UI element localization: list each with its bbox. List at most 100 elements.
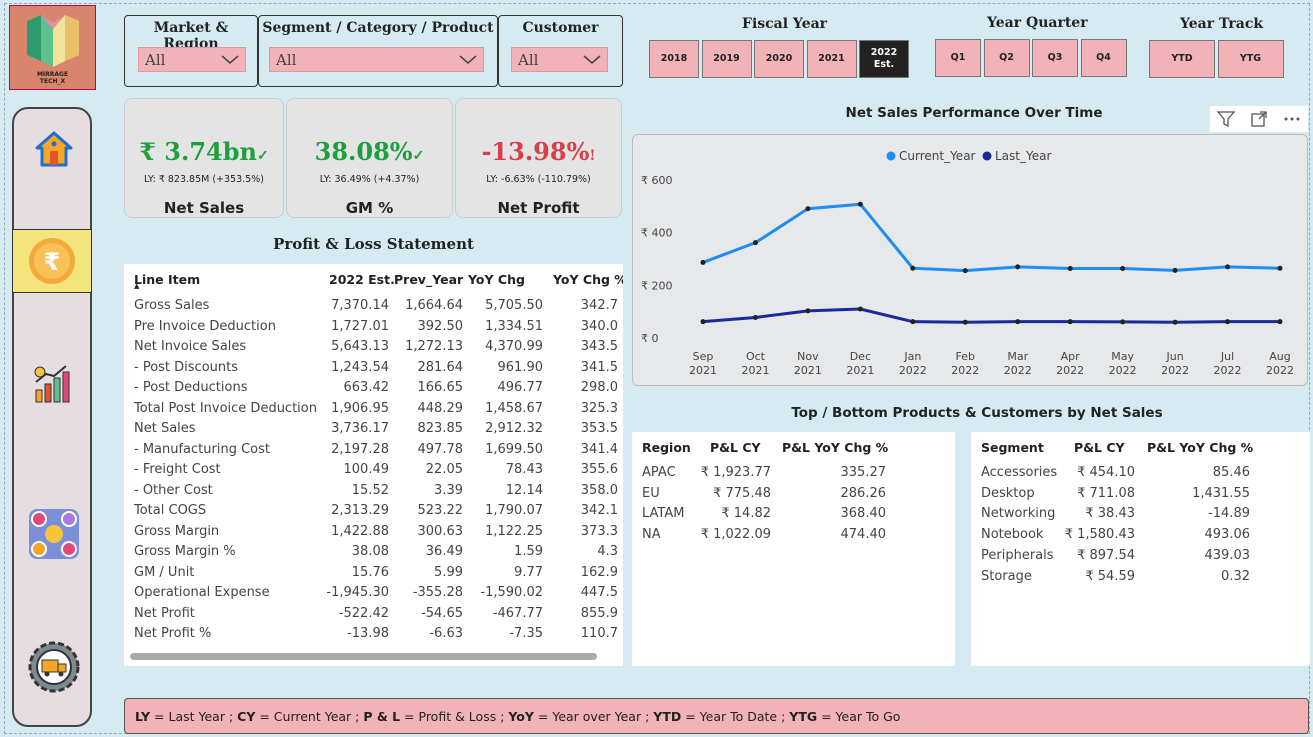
kpi-card-net-sales[interactable]: ₹ 3.74bn✓ LY: ₹ 823.85M (+353.5%) Net Sa… bbox=[124, 98, 284, 218]
nav-home[interactable] bbox=[14, 119, 94, 179]
table-cell: -7.35 bbox=[509, 626, 543, 641]
column-header[interactable]: 2022 Est. bbox=[329, 272, 395, 287]
column-header[interactable]: P&L YoY Chg % bbox=[1147, 440, 1253, 455]
table-cell: 100.49 bbox=[343, 462, 390, 477]
option-button[interactable]: 2020 bbox=[754, 40, 804, 78]
kpi-value: ₹ 3.74bn✓ bbox=[125, 137, 283, 166]
home-icon bbox=[35, 131, 73, 167]
dropdown-value: All bbox=[145, 50, 166, 69]
chevron-down-icon bbox=[459, 54, 477, 64]
x-tick-label: Jul 2022 bbox=[1214, 350, 1242, 377]
data-point bbox=[1067, 265, 1073, 271]
table-cell: 281.64 bbox=[417, 359, 464, 375]
table-cell: -522.42 bbox=[338, 605, 389, 621]
kpi-card-gm[interactable]: 38.08%✓ LY: 36.49% (+4.37%) GM % bbox=[286, 98, 453, 218]
nav-analytics[interactable] bbox=[14, 354, 94, 414]
nav-finance[interactable]: ₹ bbox=[12, 229, 92, 293]
data-point bbox=[752, 240, 758, 246]
option-button[interactable]: Q4 bbox=[1080, 39, 1127, 77]
filter-icon[interactable] bbox=[1216, 109, 1236, 129]
abbreviation-description: = Year To Go bbox=[817, 708, 901, 724]
column-header[interactable]: YoY Chg bbox=[468, 272, 525, 287]
table-cell: 1,790.07 bbox=[485, 503, 543, 518]
more-options-icon[interactable] bbox=[1282, 109, 1302, 129]
filter-title: Segment / Category / Product bbox=[262, 20, 494, 36]
net-sales-chart-panel[interactable]: ₹ 0 ₹ 200 ₹ 400 ₹ 600 Sep 2021 Oct 2021 Nov 2021 D… bbox=[632, 134, 1308, 386]
nav-settings[interactable] bbox=[14, 637, 94, 697]
rupee-coin-icon: ₹ bbox=[29, 238, 75, 284]
fiscal-year-title: Fiscal Year bbox=[742, 16, 828, 32]
data-point bbox=[1225, 319, 1231, 325]
option-button[interactable]: Q3 bbox=[1032, 39, 1078, 77]
table-cell: -6.63 bbox=[429, 626, 463, 641]
net-sales-line-chart: ₹ 0 ₹ 200 ₹ 400 ₹ 600 Sep 2021 Oct 2021 Nov 2021 D… bbox=[641, 149, 1294, 377]
table-cell: Total Post Invoice Deduction bbox=[134, 400, 317, 416]
column-header[interactable]: Region bbox=[642, 440, 691, 455]
kpi-last-year: LY: ₹ 823.85M (+353.5%) bbox=[144, 174, 264, 185]
table-cell: 5,643.13 bbox=[331, 339, 389, 354]
kpi-card-net-profit[interactable]: -13.98%! LY: -6.63% (-110.79%) Net Profi… bbox=[455, 98, 622, 218]
column-header[interactable]: Line Item bbox=[134, 272, 200, 287]
data-point bbox=[910, 319, 916, 325]
data-point bbox=[1015, 319, 1021, 325]
pl-table[interactable]: Line Item 2022 Est. Prev_Year YoY Chg YoY Ch… bbox=[124, 264, 623, 666]
option-button[interactable]: 2019 bbox=[701, 40, 752, 78]
column-header[interactable]: P&L CY bbox=[1074, 440, 1125, 455]
market-region-dropdown[interactable]: All bbox=[138, 47, 246, 72]
legend-label: Last_Year bbox=[995, 149, 1051, 163]
column-header[interactable]: P&L CY bbox=[710, 440, 761, 455]
option-button[interactable]: YTG bbox=[1217, 40, 1284, 78]
legend-marker bbox=[982, 151, 992, 161]
option-button[interactable]: YTD bbox=[1149, 40, 1215, 78]
customer-dropdown[interactable]: All bbox=[511, 47, 608, 72]
table-cell: ₹ 454.10 bbox=[1077, 465, 1135, 480]
option-button[interactable]: Q1 bbox=[935, 39, 981, 77]
abbreviation-description: = Last Year ; bbox=[150, 708, 238, 724]
table-cell: 15.76 bbox=[351, 564, 389, 580]
table-cell: 7,370.14 bbox=[331, 298, 389, 313]
column-header[interactable]: Prev_Year bbox=[394, 272, 463, 287]
table-cell: 1,664.64 bbox=[405, 298, 463, 313]
table-cell: -355.28 bbox=[412, 585, 463, 600]
y-tick-label: ₹ 400 bbox=[641, 227, 673, 240]
abbreviation: P & L bbox=[363, 708, 401, 724]
table-cell: -1,945.30 bbox=[326, 585, 389, 600]
nav-network[interactable] bbox=[14, 504, 94, 564]
svg-text:₹: ₹ bbox=[44, 248, 61, 276]
abbreviation-description: = Year To Date ; bbox=[681, 708, 790, 724]
table-cell: 961.90 bbox=[497, 359, 544, 375]
kpi-value-text: -13.98% bbox=[481, 137, 590, 166]
data-point bbox=[857, 201, 863, 207]
column-header[interactable]: YoY Chg % bbox=[553, 272, 623, 287]
segment-table[interactable]: Segment P&L CY P&L YoY Chg % Accessories ₹ 4… bbox=[971, 432, 1310, 666]
segment-dropdown[interactable]: All bbox=[269, 47, 484, 72]
horizontal-scrollbar[interactable] bbox=[130, 653, 597, 660]
table-cell: 496.77 bbox=[497, 380, 544, 395]
table-cell: - Post Discounts bbox=[134, 359, 238, 375]
column-header[interactable]: Segment bbox=[981, 440, 1044, 455]
table-cell: 1,699.50 bbox=[485, 441, 543, 457]
x-tick-label: Jan 2022 bbox=[899, 350, 927, 377]
legend-marker bbox=[886, 151, 896, 161]
table-cell: -467.77 bbox=[492, 605, 543, 621]
year-quarter-title: Year Quarter bbox=[987, 15, 1088, 31]
y-tick-label: ₹ 600 bbox=[641, 174, 673, 187]
table-cell: ₹ 775.48 bbox=[713, 485, 771, 501]
column-header[interactable]: P&L YoY Chg % bbox=[782, 440, 888, 455]
expand-icon[interactable] bbox=[1249, 109, 1269, 129]
region-table[interactable]: Region P&L CY P&L YoY Chg % APAC ₹ 1,923.77 3… bbox=[632, 432, 955, 666]
table-cell: 166.65 bbox=[417, 380, 464, 395]
option-button[interactable]: 2022 Est. bbox=[859, 40, 909, 78]
option-button[interactable]: 2018 bbox=[649, 40, 699, 78]
table-cell: ₹ 711.08 bbox=[1077, 485, 1135, 501]
settings-gear-icon bbox=[28, 641, 80, 693]
kpi-last-year: LY: 36.49% (+4.37%) bbox=[319, 174, 420, 185]
table-cell: 493.06 bbox=[1204, 527, 1251, 543]
table-cell: - Other Cost bbox=[134, 482, 213, 498]
option-button[interactable]: 2021 bbox=[806, 40, 857, 78]
table-cell: 343.5 bbox=[580, 339, 618, 354]
option-button[interactable]: Q2 bbox=[983, 39, 1030, 77]
table-cell: Gross Margin bbox=[134, 523, 220, 539]
table-cell: 368.40 bbox=[840, 506, 887, 522]
data-point bbox=[857, 306, 863, 312]
